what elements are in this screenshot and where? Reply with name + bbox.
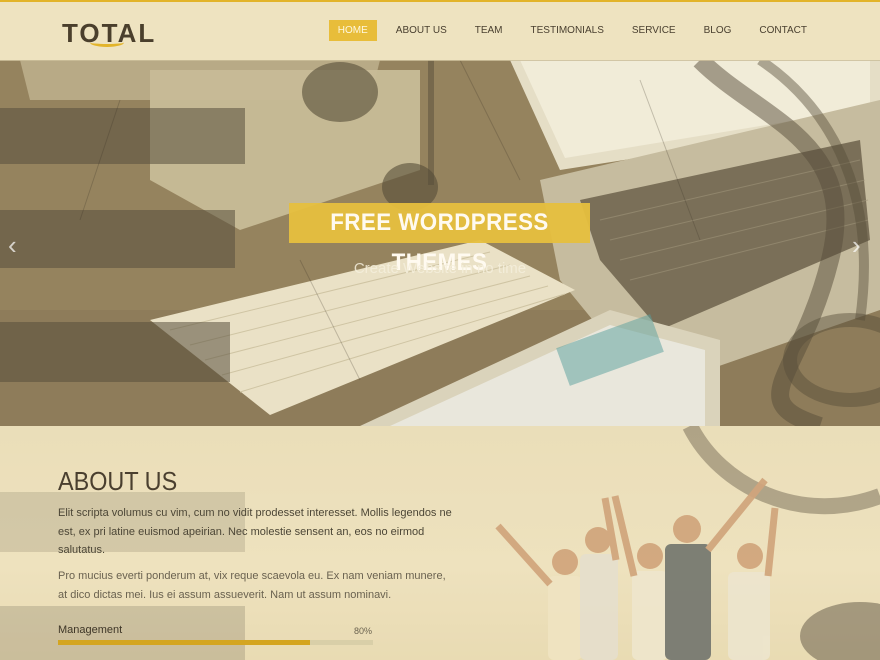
skill-progress-track	[58, 640, 373, 645]
about-paragraph-1: Elit scripta volumus cu vim, cum no vidi…	[58, 507, 452, 556]
main-nav: HOME ABOUT US TEAM TESTIMONIALS SERVICE …	[319, 20, 816, 41]
nav-item-blog[interactable]: BLOG	[695, 20, 741, 41]
logo-swoosh-icon	[90, 38, 124, 47]
chevron-left-icon[interactable]: ‹	[8, 230, 17, 261]
about-title: ABOUT US	[58, 466, 178, 496]
nav-item-home[interactable]: HOME	[328, 20, 377, 41]
site-header: TOTAL HOME ABOUT US TEAM TESTIMONIALS SE…	[0, 2, 880, 61]
hero-subtitle: Create Website in no time	[353, 260, 527, 277]
about-paragraph-2: Pro mucius everti ponderum at, vix reque…	[58, 570, 446, 601]
hero-title: FREE WORDPRESS THEMES	[330, 209, 549, 276]
nav-item-testimonials[interactable]: TESTIMONIALS	[522, 20, 613, 41]
nav-item-contact[interactable]: CONTACT	[750, 20, 816, 41]
skill-label: Management	[58, 624, 123, 636]
skill-progress-fill	[58, 640, 310, 645]
nav-item-about-us[interactable]: ABOUT US	[387, 20, 456, 41]
hero-slider: FREE WORDPRESS THEMES Create Website in …	[0, 60, 880, 426]
about-section: ABOUT US Elit scripta volumus cu vim, cu…	[0, 426, 880, 660]
skill-value: 80%	[354, 626, 373, 636]
nav-item-team[interactable]: TEAM	[466, 20, 512, 41]
nav-item-service[interactable]: SERVICE	[623, 20, 685, 41]
chevron-right-icon[interactable]: ›	[852, 230, 861, 261]
